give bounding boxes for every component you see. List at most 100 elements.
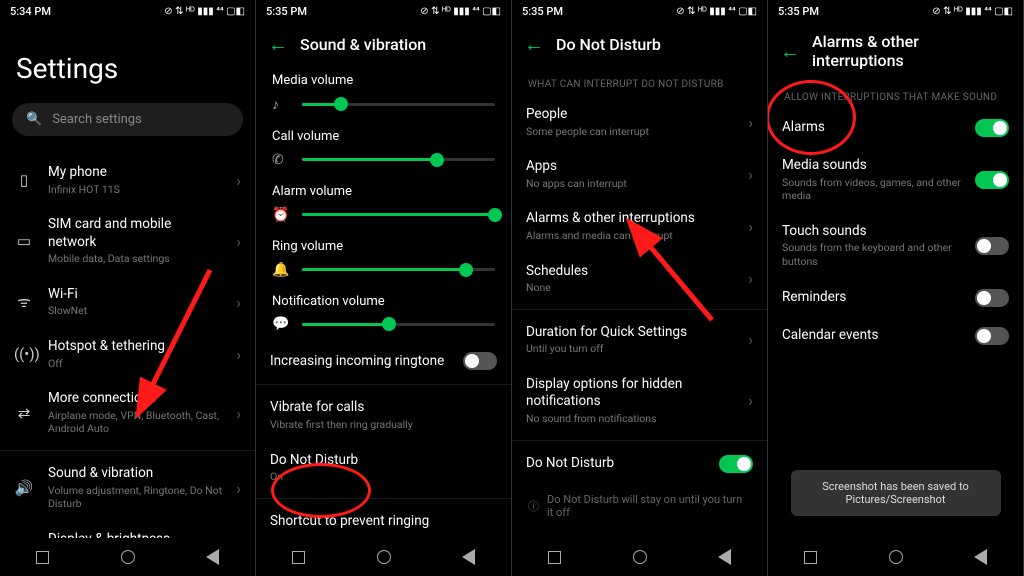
toast: Screenshot has been saved to Pictures/Sc… bbox=[791, 470, 1001, 516]
phone-icon: ▯ bbox=[14, 171, 34, 189]
status-icons: ⊘ ⇅ ᴴᴰ ▮▮▮ ⁴⁴ ▢◧ bbox=[676, 6, 757, 17]
item-my-phone[interactable]: ▯ My phone Infinix HOT 11S › bbox=[0, 154, 255, 206]
slider-track[interactable] bbox=[302, 323, 495, 326]
chevron-right-icon: › bbox=[236, 345, 241, 364]
sim-icon: ▭ bbox=[14, 232, 34, 250]
slider-track[interactable] bbox=[302, 213, 495, 216]
nav-recent[interactable] bbox=[802, 548, 820, 566]
item-schedules[interactable]: Schedules None › bbox=[512, 253, 767, 305]
slider-media-volume[interactable]: Media volume ♪ bbox=[256, 67, 511, 123]
item-media-sounds[interactable]: Media sounds Sounds from videos, games, … bbox=[768, 147, 1023, 213]
info-text: ⓘ Do Not Disturb will stay on until you … bbox=[512, 483, 767, 529]
page-title: Settings bbox=[0, 22, 255, 103]
item-display[interactable]: ☀ Display & brightness Eye care, Dark th… bbox=[0, 521, 255, 538]
nav-recent[interactable] bbox=[290, 548, 308, 566]
item-apps[interactable]: Apps No apps can interrupt › bbox=[512, 148, 767, 200]
item-people[interactable]: People Some people can interrupt › bbox=[512, 96, 767, 148]
status-bar: 5:35 PM ⊘ ⇅ ᴴᴰ ▮▮▮ ⁴⁴ ▢◧ bbox=[256, 0, 511, 22]
slider-notification-volume[interactable]: Notification volume 💬 bbox=[256, 288, 511, 343]
back-arrow-icon[interactable]: ← bbox=[524, 32, 544, 57]
screen-dnd: 5:35 PM ⊘ ⇅ ᴴᴰ ▮▮▮ ⁴⁴ ▢◧ ← Do Not Distur… bbox=[512, 0, 768, 576]
item-display-options-for-hidden-notifications[interactable]: Display options for hidden notifications… bbox=[512, 366, 767, 436]
screen-sound-vibration: 5:35 PM ⊘ ⇅ ᴴᴰ ▮▮▮ ⁴⁴ ▢◧ ← Sound & vibra… bbox=[256, 0, 512, 576]
slider-ring-volume[interactable]: Ring volume 🔔 bbox=[256, 233, 511, 288]
item-vibrate-calls[interactable]: Vibrate for calls Vibrate first then rin… bbox=[256, 389, 511, 441]
page-title: Alarms & other interruptions bbox=[812, 32, 1011, 70]
nav-bar bbox=[512, 538, 767, 576]
item-sound-vibration[interactable]: 🔊 Sound & vibration Volume adjustment, R… bbox=[0, 455, 255, 521]
nav-home[interactable] bbox=[375, 548, 393, 566]
screen-settings: 5:34 PM ⊘ ⇅ ᴴᴰ ▮▮▮ ⁴⁴ ▢◧ Settings 🔍 Sear… bbox=[0, 0, 256, 576]
item-alarms-other-interruptions[interactable]: Alarms & other interruptions Alarms and … bbox=[512, 200, 767, 252]
status-icons: ⊘ ⇅ ᴴᴰ ▮▮▮ ⁴⁴ ▢◧ bbox=[932, 6, 1013, 17]
chevron-right-icon: › bbox=[748, 330, 753, 349]
back-arrow-icon[interactable]: ← bbox=[780, 39, 800, 64]
status-bar: 5:34 PM ⊘ ⇅ ᴴᴰ ▮▮▮ ⁴⁴ ▢◧ bbox=[0, 0, 255, 22]
clock: 5:34 PM bbox=[10, 5, 51, 18]
section-header: ALLOW INTERRUPTIONS THAT MAKE SOUND bbox=[768, 80, 1023, 109]
chevron-right-icon: › bbox=[748, 217, 753, 236]
toggle[interactable] bbox=[975, 327, 1009, 345]
volume-icon: ✆ bbox=[272, 152, 290, 168]
item-sim[interactable]: ▭ SIM card and mobile network Mobile dat… bbox=[0, 206, 255, 276]
back-arrow-icon[interactable]: ← bbox=[268, 32, 288, 57]
toggle-increasing-ringtone[interactable] bbox=[463, 352, 497, 370]
status-icons: ⊘ ⇅ ᴴᴰ ▮▮▮ ⁴⁴ ▢◧ bbox=[420, 6, 501, 17]
slider-track[interactable] bbox=[302, 268, 495, 271]
nav-bar bbox=[768, 538, 1023, 576]
item-touch-sounds[interactable]: Touch sounds Sounds from the keyboard an… bbox=[768, 213, 1023, 279]
info-icon: ⓘ bbox=[528, 498, 539, 514]
item-duration-for-quick-settings[interactable]: Duration for Quick Settings Until you tu… bbox=[512, 314, 767, 366]
chevron-right-icon: › bbox=[748, 391, 753, 410]
clock: 5:35 PM bbox=[266, 5, 307, 18]
nav-back[interactable] bbox=[204, 548, 222, 566]
toggle[interactable] bbox=[975, 289, 1009, 307]
nav-home[interactable] bbox=[119, 548, 137, 566]
item-dnd-toggle[interactable]: Do Not Disturb bbox=[512, 445, 767, 483]
connections-icon: ⇄ bbox=[14, 404, 34, 422]
slider-call-volume[interactable]: Call volume ✆ bbox=[256, 123, 511, 178]
nav-recent[interactable] bbox=[546, 548, 564, 566]
volume-icon: 💬 bbox=[272, 316, 290, 332]
item-calendar-events[interactable]: Calendar events bbox=[768, 317, 1023, 355]
wifi-icon: ᯤ bbox=[14, 292, 34, 312]
chevron-right-icon: › bbox=[236, 293, 241, 312]
toggle[interactable] bbox=[975, 171, 1009, 189]
nav-back[interactable] bbox=[460, 548, 478, 566]
nav-back[interactable] bbox=[972, 548, 990, 566]
nav-home[interactable] bbox=[631, 548, 649, 566]
toggle[interactable] bbox=[975, 237, 1009, 255]
item-hotspot[interactable]: ((•)) Hotspot & tethering Off › bbox=[0, 328, 255, 380]
slider-alarm-volume[interactable]: Alarm volume ⏰ bbox=[256, 178, 511, 233]
item-alarms[interactable]: Alarms bbox=[768, 109, 1023, 147]
chevron-right-icon: › bbox=[748, 165, 753, 184]
toggle-dnd[interactable] bbox=[719, 455, 753, 473]
nav-bar bbox=[0, 538, 255, 576]
status-bar: 5:35 PM ⊘ ⇅ ᴴᴰ ▮▮▮ ⁴⁴ ▢◧ bbox=[768, 0, 1023, 22]
chevron-right-icon: › bbox=[236, 171, 241, 190]
status-icons: ⊘ ⇅ ᴴᴰ ▮▮▮ ⁴⁴ ▢◧ bbox=[164, 6, 245, 17]
search-input[interactable]: 🔍 Search settings bbox=[12, 103, 243, 136]
toggle[interactable] bbox=[975, 119, 1009, 137]
chevron-right-icon: › bbox=[748, 269, 753, 288]
item-wifi[interactable]: ᯤ Wi-Fi SlowNet › bbox=[0, 276, 255, 328]
clock: 5:35 PM bbox=[778, 5, 819, 18]
chevron-right-icon: › bbox=[236, 479, 241, 498]
nav-recent[interactable] bbox=[34, 548, 52, 566]
item-increasing-ringtone[interactable]: Increasing incoming ringtone bbox=[256, 342, 511, 380]
screen-alarms-interruptions: 5:35 PM ⊘ ⇅ ᴴᴰ ▮▮▮ ⁴⁴ ▢◧ ← Alarms & othe… bbox=[768, 0, 1024, 576]
hotspot-icon: ((•)) bbox=[14, 345, 34, 363]
item-do-not-disturb[interactable]: Do Not Disturb On bbox=[256, 442, 511, 494]
nav-back[interactable] bbox=[716, 548, 734, 566]
item-shortcut-prevent-ringing[interactable]: Shortcut to prevent ringing bbox=[256, 503, 511, 538]
clock: 5:35 PM bbox=[522, 5, 563, 18]
chevron-right-icon: › bbox=[748, 113, 753, 132]
slider-track[interactable] bbox=[302, 103, 495, 106]
volume-icon: 🔔 bbox=[272, 262, 290, 278]
slider-track[interactable] bbox=[302, 158, 495, 161]
volume-icon: ⏰ bbox=[272, 207, 290, 223]
item-more-connections[interactable]: ⇄ More connections Airplane mode, VPN, B… bbox=[0, 380, 255, 446]
nav-home[interactable] bbox=[887, 548, 905, 566]
item-reminders[interactable]: Reminders bbox=[768, 279, 1023, 317]
speaker-icon: 🔊 bbox=[14, 479, 34, 497]
